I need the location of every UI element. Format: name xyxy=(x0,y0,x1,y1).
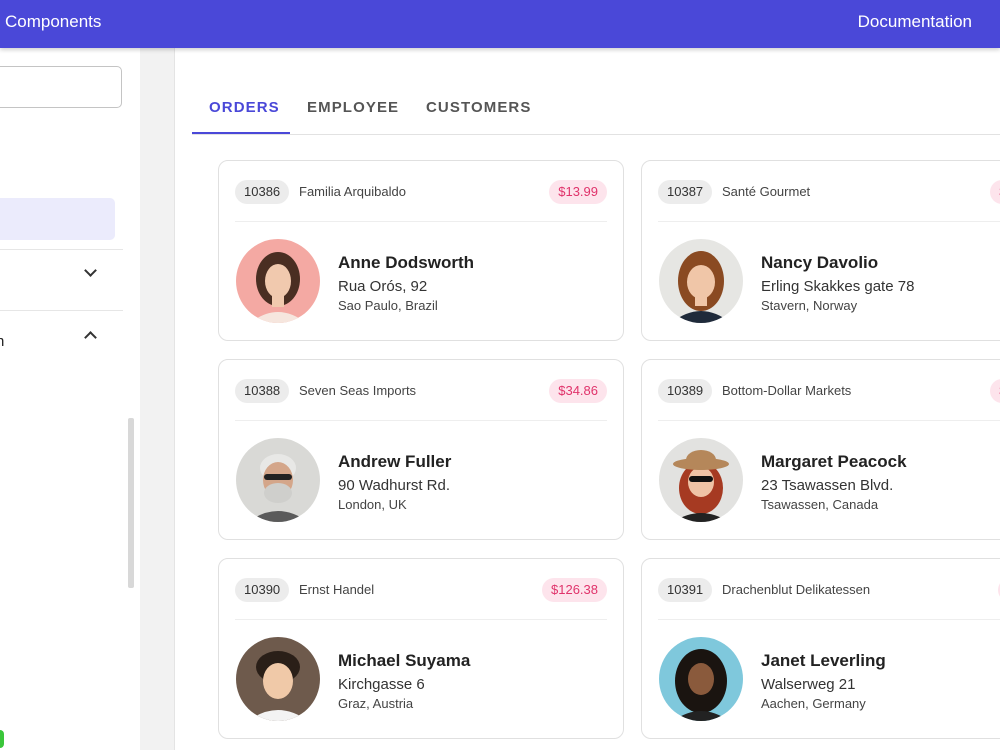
employee-name: Margaret Peacock xyxy=(761,452,907,471)
employee-street: Kirchgasse 6 xyxy=(338,676,425,693)
employee-street: Erling Skakkes gate 78 xyxy=(761,278,915,295)
sidebar-group-label: n xyxy=(0,333,5,350)
order-customer: Santé Gourmet xyxy=(722,184,811,199)
employee-city: London, UK xyxy=(338,497,407,512)
avatar xyxy=(659,438,743,522)
tab-customers[interactable]: CUSTOMERS xyxy=(426,99,531,116)
card-divider xyxy=(658,420,1000,421)
sidebar: n xyxy=(0,48,140,750)
employee-street: 90 Wadhurst Rd. xyxy=(338,477,450,494)
order-amount-chip: $34.86 xyxy=(549,379,607,403)
employee-street: Walserweg 21 xyxy=(761,676,856,693)
sidebar-scrollbar[interactable] xyxy=(128,418,134,588)
card-divider xyxy=(235,420,607,421)
employee-city: Aachen, Germany xyxy=(761,696,866,711)
documentation-link[interactable]: Documentation xyxy=(858,12,972,32)
order-customer: Seven Seas Imports xyxy=(299,383,417,398)
order-card[interactable]: 10387 Santé Gourmet $93 Nancy Davolio Er… xyxy=(641,160,1000,341)
employee-name: Michael Suyama xyxy=(338,651,471,670)
status-indicator xyxy=(0,730,4,748)
employee-street: Rua Orós, 92 xyxy=(338,278,428,295)
sidebar-group-collapsed[interactable] xyxy=(0,250,123,308)
order-customer: Familia Arquibaldo xyxy=(299,184,406,199)
order-amount-chip: $93 xyxy=(990,180,1000,204)
card-divider xyxy=(235,619,607,620)
app-title: Components xyxy=(5,12,102,31)
order-id-chip: 10386 xyxy=(235,180,290,204)
order-customer: Bottom-Dollar Markets xyxy=(722,383,852,398)
employee-name: Janet Leverling xyxy=(761,651,886,670)
order-card[interactable]: 10388 Seven Seas Imports $34.86 Andrew F… xyxy=(218,359,624,540)
order-customer: Drachenblut Delikatessen xyxy=(722,582,871,597)
order-id-chip: 10387 xyxy=(658,180,713,204)
order-id-chip: 10389 xyxy=(658,379,713,403)
order-card[interactable]: 10389 Bottom-Dollar Markets $47 Margaret… xyxy=(641,359,1000,540)
card-divider xyxy=(658,619,1000,620)
order-card[interactable]: 10390 Ernst Handel $126.38 Michael Suyam… xyxy=(218,558,624,739)
employee-street: 23 Tsawassen Blvd. xyxy=(761,477,894,494)
avatar xyxy=(236,637,320,721)
order-card[interactable]: 10386 Familia Arquibaldo $13.99 Anne Dod… xyxy=(218,160,624,341)
employee-city: Stavern, Norway xyxy=(761,298,858,313)
tab-employee[interactable]: EMPLOYEE xyxy=(307,99,399,116)
sidebar-group-expanded[interactable]: n xyxy=(0,311,123,369)
employee-name: Anne Dodsworth xyxy=(338,253,474,272)
employee-city: Tsawassen, Canada xyxy=(761,497,879,512)
order-id-chip: 10388 xyxy=(235,379,290,403)
chevron-up-icon xyxy=(84,331,97,344)
avatar xyxy=(659,637,743,721)
content-gutter xyxy=(140,48,174,750)
sidebar-item-active[interactable] xyxy=(0,198,115,240)
card-divider xyxy=(235,221,607,222)
avatar xyxy=(236,438,320,522)
order-customer: Ernst Handel xyxy=(299,582,375,597)
avatar xyxy=(236,239,320,323)
order-id-chip: 10391 xyxy=(658,578,713,602)
sidebar-search-input[interactable] xyxy=(0,66,122,108)
card-divider xyxy=(658,221,1000,222)
active-tab-indicator xyxy=(192,132,290,134)
content-border xyxy=(174,48,175,750)
avatar xyxy=(659,239,743,323)
employee-name: Andrew Fuller xyxy=(338,452,452,471)
order-amount-chip: $126.38 xyxy=(542,578,607,602)
order-amount-chip: $13.99 xyxy=(549,180,607,204)
employee-name: Nancy Davolio xyxy=(761,253,879,272)
employee-city: Graz, Austria xyxy=(338,696,414,711)
order-amount-chip: $47 xyxy=(990,379,1000,403)
tab-bar: ORDERS EMPLOYEE CUSTOMERS xyxy=(192,86,1000,135)
employee-city: Sao Paulo, Brazil xyxy=(338,298,438,313)
top-app-bar: Components Documentation xyxy=(0,0,1000,48)
chevron-down-icon xyxy=(84,264,97,277)
tab-orders[interactable]: ORDERS xyxy=(209,99,280,116)
order-card[interactable]: 10391 Drachenblut Delikatessen $5 Janet … xyxy=(641,558,1000,739)
order-id-chip: 10390 xyxy=(235,578,290,602)
